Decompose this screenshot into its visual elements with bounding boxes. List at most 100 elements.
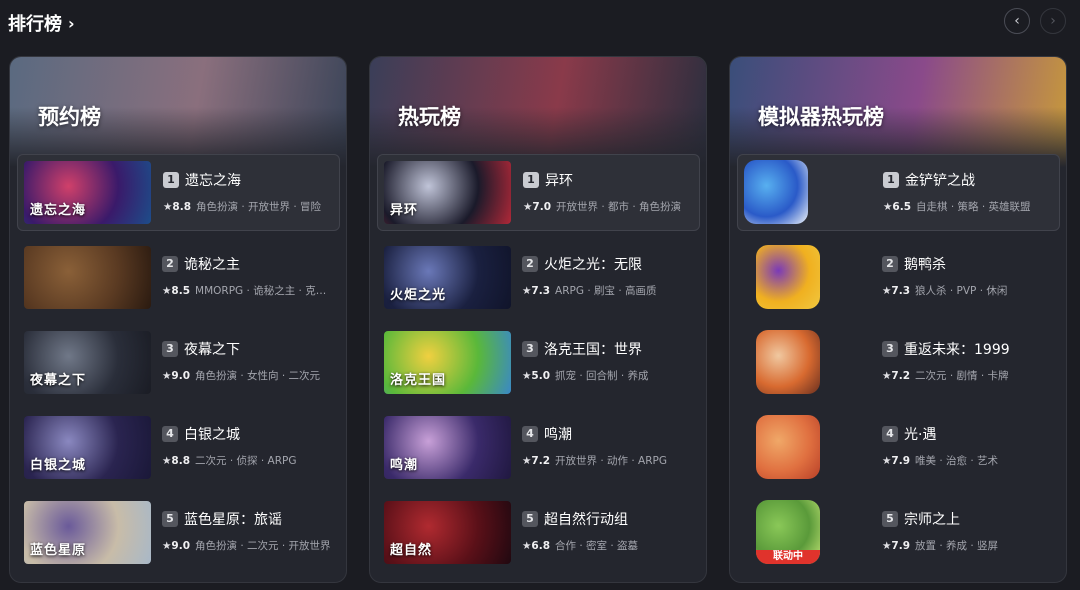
rank-badge: 3 [162, 341, 178, 357]
ranking-list: 1 金铲铲之战 ★6.5 自走棋 · 策略 · 英雄联盟 2 鹅鸭杀 ★7.3 狼人杀 · P… [737, 154, 1060, 579]
game-cover-image[interactable]: 蓝色星原 [24, 501, 151, 564]
ranking-item[interactable]: 夜幕之下 3 夜幕之下 ★9.0 角色扮演 · 女性向 · 二次元 [17, 324, 340, 401]
rank-badge: 4 [162, 426, 178, 442]
game-cover-image[interactable]: 超自然 [384, 501, 511, 564]
game-tags: 开放世界 · 都市 · 角色扮演 [556, 201, 682, 213]
rank-badge: 3 [522, 341, 538, 357]
game-name[interactable]: 异环 [545, 170, 573, 190]
game-meta: ★8.8 二次元 · 侦探 · ARPG [162, 453, 334, 468]
cover-logo-text: 夜幕之下 [30, 373, 87, 388]
collab-badge: 联动中 [756, 550, 820, 564]
ranking-item[interactable]: 洛克王国 3 洛克王国：世界 ★5.0 抓宠 · 回合制 · 养成 [377, 324, 700, 401]
game-cover-image[interactable] [24, 246, 151, 309]
rank-badge: 2 [522, 256, 538, 272]
game-meta: ★7.3 狼人杀 · PVP · 休闲 [882, 283, 1054, 298]
ranking-item[interactable]: 联动中 5 宗师之上 ★7.9 放置 · 养成 · 竖屏 [737, 494, 1060, 571]
rating-score: 7.9 [891, 540, 911, 552]
game-name[interactable]: 光·遇 [904, 424, 936, 444]
game-cover-image[interactable]: 白银之城 [24, 416, 151, 479]
prev-page-button[interactable]: ‹ [1004, 8, 1030, 34]
ranking-item[interactable]: 蓝色星原 5 蓝色星原：旅谣 ★9.0 角色扮演 · 二次元 · 开放世界 [17, 494, 340, 571]
game-cover-image[interactable]: 火炬之光 [384, 246, 511, 309]
game-name[interactable]: 洛克王国：世界 [544, 339, 642, 359]
game-name[interactable]: 重返未来：1999 [904, 339, 1010, 359]
game-cover-image[interactable]: 异环 [384, 161, 511, 224]
game-cover-image[interactable]: 遗忘之海 [24, 161, 151, 224]
rating-score: 5.0 [531, 370, 551, 382]
game-name[interactable]: 鸣潮 [544, 424, 572, 444]
game-name[interactable]: 超自然行动组 [544, 509, 628, 529]
game-name[interactable]: 白银之城 [184, 424, 240, 444]
game-meta: ★7.9 唯美 · 治愈 · 艺术 [882, 453, 1054, 468]
rank-badge: 5 [162, 511, 178, 527]
cover-logo-text: 异环 [390, 203, 419, 218]
ranking-panel-emulator-hot-play: 模拟器热玩榜 1 金铲铲之战 ★6.5 自走棋 · 策略 · 英雄联盟 2 鹅鸭杀 ★7.3 狼… [729, 56, 1067, 583]
game-icon[interactable] [744, 160, 808, 224]
panel-title[interactable]: 热玩榜 [398, 101, 461, 131]
star-icon: ★ [882, 455, 892, 467]
game-cover-image[interactable]: 洛克王国 [384, 331, 511, 394]
ranking-item[interactable]: 白银之城 4 白银之城 ★8.8 二次元 · 侦探 · ARPG [17, 409, 340, 486]
cover-logo-text: 蓝色星原 [30, 543, 87, 558]
rank-badge: 2 [882, 256, 898, 272]
cover-logo-text: 白银之城 [30, 458, 87, 473]
cover-logo-text: 超自然 [390, 543, 433, 558]
star-icon: ★ [162, 285, 172, 297]
chevron-right-icon[interactable]: › [68, 14, 75, 33]
rank-badge: 1 [523, 172, 539, 188]
game-tags: 角色扮演 · 女性向 · 二次元 [195, 370, 321, 382]
ranking-list: 异环 1 异环 ★7.0 开放世界 · 都市 · 角色扮演火炬之光 2 火炬之光：无限 ★7.… [377, 154, 700, 579]
game-name[interactable]: 遗忘之海 [185, 170, 241, 190]
ranking-item[interactable]: 2 诡秘之主 ★8.5 MMORPG · 诡秘之主 · 克苏鲁 [17, 239, 340, 316]
ranking-item[interactable]: 鸣潮 4 鸣潮 ★7.2 开放世界 · 动作 · ARPG [377, 409, 700, 486]
game-icon[interactable] [756, 245, 820, 309]
panel-title[interactable]: 预约榜 [38, 101, 101, 131]
chevron-left-icon: ‹ [1014, 13, 1020, 29]
ranking-item[interactable]: 超自然 5 超自然行动组 ★6.8 合作 · 密室 · 盗墓 [377, 494, 700, 571]
rating-score: 8.5 [171, 285, 191, 297]
ranking-item[interactable]: 2 鹅鸭杀 ★7.3 狼人杀 · PVP · 休闲 [737, 239, 1060, 316]
game-meta: ★7.2 开放世界 · 动作 · ARPG [522, 453, 694, 468]
panel-title[interactable]: 模拟器热玩榜 [758, 101, 884, 131]
rank-badge: 5 [882, 511, 898, 527]
star-icon: ★ [522, 540, 532, 552]
game-name[interactable]: 夜幕之下 [184, 339, 240, 359]
ranking-item[interactable]: 遗忘之海 1 遗忘之海 ★8.8 角色扮演 · 开放世界 · 冒险 [17, 154, 340, 231]
ranking-item[interactable]: 1 金铲铲之战 ★6.5 自走棋 · 策略 · 英雄联盟 [737, 154, 1060, 231]
page-title[interactable]: 排行榜 [8, 10, 62, 36]
game-name[interactable]: 火炬之光：无限 [544, 254, 642, 274]
rating-score: 8.8 [172, 201, 192, 213]
rank-badge: 4 [882, 426, 898, 442]
game-cover-image[interactable]: 鸣潮 [384, 416, 511, 479]
ranking-item[interactable]: 火炬之光 2 火炬之光：无限 ★7.3 ARPG · 刷宝 · 高画质 [377, 239, 700, 316]
game-name[interactable]: 金铲铲之战 [905, 170, 975, 190]
game-name[interactable]: 蓝色星原：旅谣 [184, 509, 282, 529]
game-icon[interactable] [756, 415, 820, 479]
ranking-item[interactable]: 3 重返未来：1999 ★7.2 二次元 · 剧情 · 卡牌 [737, 324, 1060, 401]
game-tags: 开放世界 · 动作 · ARPG [555, 455, 668, 467]
ranking-item[interactable]: 4 光·遇 ★7.9 唯美 · 治愈 · 艺术 [737, 409, 1060, 486]
game-name[interactable]: 鹅鸭杀 [904, 254, 946, 274]
cover-logo-text: 洛克王国 [390, 373, 447, 388]
game-meta: ★7.0 开放世界 · 都市 · 角色扮演 [523, 199, 695, 214]
game-icon[interactable]: 联动中 [756, 500, 820, 564]
cover-logo-text: 火炬之光 [390, 288, 447, 303]
rating-score: 9.0 [171, 540, 191, 552]
cover-logo-text: 遗忘之海 [30, 203, 87, 218]
star-icon: ★ [523, 201, 533, 213]
game-cover-image[interactable]: 夜幕之下 [24, 331, 151, 394]
star-icon: ★ [522, 455, 532, 467]
game-icon[interactable] [756, 330, 820, 394]
rating-score: 7.3 [891, 285, 911, 297]
rank-badge: 1 [163, 172, 179, 188]
star-icon: ★ [162, 455, 172, 467]
star-icon: ★ [162, 370, 172, 382]
game-name[interactable]: 宗师之上 [904, 509, 960, 529]
game-meta: ★7.9 放置 · 养成 · 竖屏 [882, 538, 1054, 553]
game-name[interactable]: 诡秘之主 [184, 254, 240, 274]
next-page-button[interactable]: › [1040, 8, 1066, 34]
game-meta: ★8.5 MMORPG · 诡秘之主 · 克苏鲁 [162, 283, 334, 298]
ranking-header[interactable]: 排行榜 › [8, 10, 75, 36]
ranking-item[interactable]: 异环 1 异环 ★7.0 开放世界 · 都市 · 角色扮演 [377, 154, 700, 231]
rank-badge: 5 [522, 511, 538, 527]
